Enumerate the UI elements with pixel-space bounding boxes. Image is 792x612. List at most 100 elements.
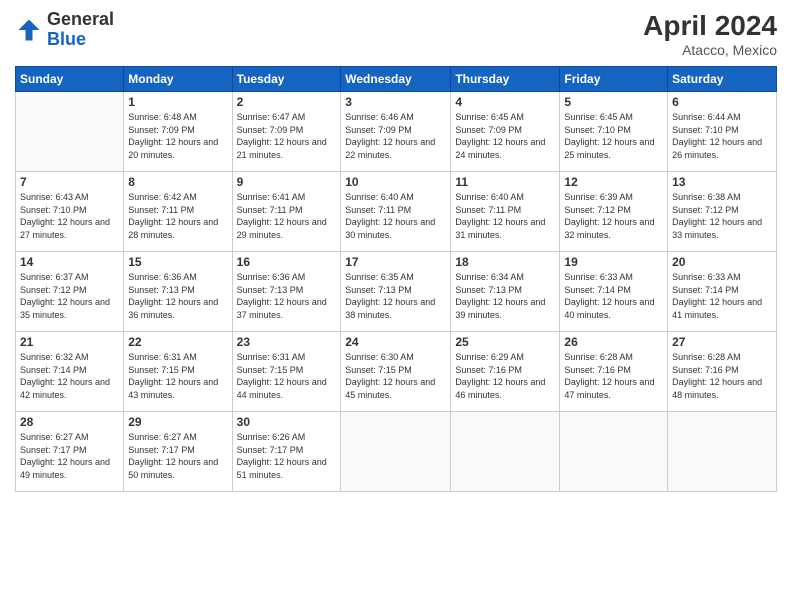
- day-info: Sunrise: 6:40 AMSunset: 7:11 PMDaylight:…: [455, 191, 555, 241]
- day-info: Sunrise: 6:48 AMSunset: 7:09 PMDaylight:…: [128, 111, 227, 161]
- day-info: Sunrise: 6:26 AMSunset: 7:17 PMDaylight:…: [237, 431, 337, 481]
- day-number: 4: [455, 95, 555, 109]
- day-cell: 27 Sunrise: 6:28 AMSunset: 7:16 PMDayligh…: [668, 332, 777, 412]
- day-number: 16: [237, 255, 337, 269]
- day-info: Sunrise: 6:30 AMSunset: 7:15 PMDaylight:…: [345, 351, 446, 401]
- col-friday: Friday: [560, 67, 668, 92]
- day-number: 25: [455, 335, 555, 349]
- day-number: 11: [455, 175, 555, 189]
- day-cell: [560, 412, 668, 492]
- day-info: Sunrise: 6:38 AMSunset: 7:12 PMDaylight:…: [672, 191, 772, 241]
- day-cell: 7 Sunrise: 6:43 AMSunset: 7:10 PMDaylight…: [16, 172, 124, 252]
- day-cell: 14 Sunrise: 6:37 AMSunset: 7:12 PMDayligh…: [16, 252, 124, 332]
- day-number: 1: [128, 95, 227, 109]
- day-number: 19: [564, 255, 663, 269]
- day-cell: 21 Sunrise: 6:32 AMSunset: 7:14 PMDayligh…: [16, 332, 124, 412]
- day-number: 23: [237, 335, 337, 349]
- col-monday: Monday: [124, 67, 232, 92]
- day-info: Sunrise: 6:28 AMSunset: 7:16 PMDaylight:…: [564, 351, 663, 401]
- logo: General Blue: [15, 10, 114, 50]
- day-cell: 22 Sunrise: 6:31 AMSunset: 7:15 PMDayligh…: [124, 332, 232, 412]
- day-number: 2: [237, 95, 337, 109]
- day-cell: 8Sunrise: 6:42 AMSunset: 7:11 PMDaylight…: [124, 172, 232, 252]
- day-info: Sunrise: 6:27 AMSunset: 7:17 PMDaylight:…: [128, 431, 227, 481]
- day-number: 20: [672, 255, 772, 269]
- day-number: 10: [345, 175, 446, 189]
- day-cell: 28 Sunrise: 6:27 AMSunset: 7:17 PMDayligh…: [16, 412, 124, 492]
- day-cell: 12 Sunrise: 6:39 AMSunset: 7:12 PMDayligh…: [560, 172, 668, 252]
- day-info: Sunrise: 6:35 AMSunset: 7:13 PMDaylight:…: [345, 271, 446, 321]
- day-number: 30: [237, 415, 337, 429]
- day-cell: 15 Sunrise: 6:36 AMSunset: 7:13 PMDayligh…: [124, 252, 232, 332]
- day-number: 27: [672, 335, 772, 349]
- day-info: Sunrise: 6:43 AMSunset: 7:10 PMDaylight:…: [20, 191, 119, 241]
- week-row-1: 7 Sunrise: 6:43 AMSunset: 7:10 PMDaylight…: [16, 172, 777, 252]
- day-cell: 2 Sunrise: 6:47 AMSunset: 7:09 PMDaylight…: [232, 92, 341, 172]
- day-number: 22: [128, 335, 227, 349]
- day-info: Sunrise: 6:33 AMSunset: 7:14 PMDaylight:…: [672, 271, 772, 321]
- page: General Blue April 2024 Atacco, Mexico S…: [0, 0, 792, 612]
- day-number: 24: [345, 335, 446, 349]
- day-info: Sunrise: 6:42 AMSunset: 7:11 PMDaylight:…: [128, 191, 227, 241]
- logo-icon: [15, 16, 43, 44]
- day-cell: 26Sunrise: 6:28 AMSunset: 7:16 PMDayligh…: [560, 332, 668, 412]
- day-cell: 16 Sunrise: 6:36 AMSunset: 7:13 PMDayligh…: [232, 252, 341, 332]
- day-info: Sunrise: 6:44 AMSunset: 7:10 PMDaylight:…: [672, 111, 772, 161]
- day-number: 9: [237, 175, 337, 189]
- day-cell: 17 Sunrise: 6:35 AMSunset: 7:13 PMDayligh…: [341, 252, 451, 332]
- day-info: Sunrise: 6:34 AMSunset: 7:13 PMDaylight:…: [455, 271, 555, 321]
- day-number: 21: [20, 335, 119, 349]
- day-info: Sunrise: 6:36 AMSunset: 7:13 PMDaylight:…: [237, 271, 337, 321]
- week-row-0: 1 Sunrise: 6:48 AMSunset: 7:09 PMDaylight…: [16, 92, 777, 172]
- month-title: April 2024: [643, 10, 777, 42]
- logo-general: General: [47, 9, 114, 29]
- calendar-table: Sunday Monday Tuesday Wednesday Thursday…: [15, 66, 777, 492]
- day-info: Sunrise: 6:45 AMSunset: 7:09 PMDaylight:…: [455, 111, 555, 161]
- day-info: Sunrise: 6:31 AMSunset: 7:15 PMDaylight:…: [128, 351, 227, 401]
- week-row-3: 21 Sunrise: 6:32 AMSunset: 7:14 PMDayligh…: [16, 332, 777, 412]
- day-info: Sunrise: 6:28 AMSunset: 7:16 PMDaylight:…: [672, 351, 772, 401]
- day-info: Sunrise: 6:40 AMSunset: 7:11 PMDaylight:…: [345, 191, 446, 241]
- day-number: 12: [564, 175, 663, 189]
- subtitle: Atacco, Mexico: [643, 42, 777, 58]
- header: General Blue April 2024 Atacco, Mexico: [15, 10, 777, 58]
- day-cell: [668, 412, 777, 492]
- col-thursday: Thursday: [451, 67, 560, 92]
- day-info: Sunrise: 6:36 AMSunset: 7:13 PMDaylight:…: [128, 271, 227, 321]
- day-info: Sunrise: 6:32 AMSunset: 7:14 PMDaylight:…: [20, 351, 119, 401]
- day-number: 13: [672, 175, 772, 189]
- day-cell: [16, 92, 124, 172]
- day-cell: 18Sunrise: 6:34 AMSunset: 7:13 PMDayligh…: [451, 252, 560, 332]
- day-info: Sunrise: 6:33 AMSunset: 7:14 PMDaylight:…: [564, 271, 663, 321]
- header-row: Sunday Monday Tuesday Wednesday Thursday…: [16, 67, 777, 92]
- day-cell: 19 Sunrise: 6:33 AMSunset: 7:14 PMDayligh…: [560, 252, 668, 332]
- day-number: 14: [20, 255, 119, 269]
- day-info: Sunrise: 6:41 AMSunset: 7:11 PMDaylight:…: [237, 191, 337, 241]
- day-cell: 29 Sunrise: 6:27 AMSunset: 7:17 PMDayligh…: [124, 412, 232, 492]
- day-cell: 9 Sunrise: 6:41 AMSunset: 7:11 PMDaylight…: [232, 172, 341, 252]
- day-number: 15: [128, 255, 227, 269]
- week-row-4: 28 Sunrise: 6:27 AMSunset: 7:17 PMDayligh…: [16, 412, 777, 492]
- col-sunday: Sunday: [16, 67, 124, 92]
- day-info: Sunrise: 6:45 AMSunset: 7:10 PMDaylight:…: [564, 111, 663, 161]
- day-info: Sunrise: 6:31 AMSunset: 7:15 PMDaylight:…: [237, 351, 337, 401]
- day-info: Sunrise: 6:37 AMSunset: 7:12 PMDaylight:…: [20, 271, 119, 321]
- logo-blue: Blue: [47, 29, 86, 49]
- logo-text: General Blue: [47, 10, 114, 50]
- day-cell: 1 Sunrise: 6:48 AMSunset: 7:09 PMDaylight…: [124, 92, 232, 172]
- day-cell: [341, 412, 451, 492]
- day-cell: 30 Sunrise: 6:26 AMSunset: 7:17 PMDayligh…: [232, 412, 341, 492]
- day-number: 29: [128, 415, 227, 429]
- day-cell: 13 Sunrise: 6:38 AMSunset: 7:12 PMDayligh…: [668, 172, 777, 252]
- day-info: Sunrise: 6:47 AMSunset: 7:09 PMDaylight:…: [237, 111, 337, 161]
- day-number: 28: [20, 415, 119, 429]
- day-cell: 20 Sunrise: 6:33 AMSunset: 7:14 PMDayligh…: [668, 252, 777, 332]
- day-number: 7: [20, 175, 119, 189]
- day-info: Sunrise: 6:39 AMSunset: 7:12 PMDaylight:…: [564, 191, 663, 241]
- day-info: Sunrise: 6:27 AMSunset: 7:17 PMDaylight:…: [20, 431, 119, 481]
- day-number: 5: [564, 95, 663, 109]
- day-cell: 25Sunrise: 6:29 AMSunset: 7:16 PMDayligh…: [451, 332, 560, 412]
- title-block: April 2024 Atacco, Mexico: [643, 10, 777, 58]
- day-number: 17: [345, 255, 446, 269]
- col-saturday: Saturday: [668, 67, 777, 92]
